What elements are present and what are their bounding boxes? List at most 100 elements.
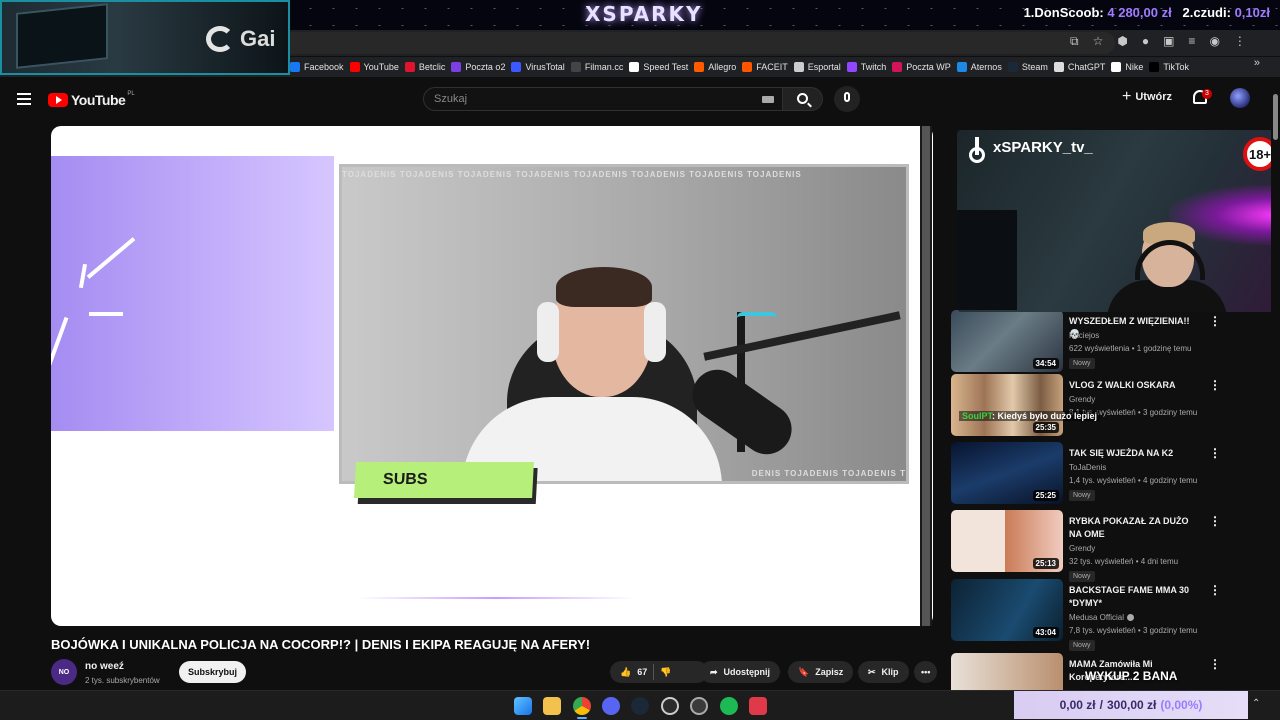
channel-name[interactable]: no weeź — [85, 661, 124, 672]
video-thumbnail[interactable]: 25:13 — [951, 510, 1063, 572]
extension-icon[interactable]: ● — [1142, 34, 1149, 49]
more-options-icon[interactable]: ⋮ — [1209, 314, 1221, 328]
video-scribble — [89, 312, 123, 316]
video-thumbnail[interactable]: 43:04 — [951, 579, 1063, 641]
bookmark-item[interactable]: Esportal — [793, 62, 847, 72]
bookmark-item[interactable]: Steam — [1007, 62, 1054, 72]
microphone-icon — [844, 92, 850, 102]
recommended-video-meta: 1,4 tys. wyświetleń • 4 godziny temu — [1069, 476, 1198, 485]
search-input[interactable] — [424, 88, 724, 110]
app-a-icon[interactable] — [749, 697, 767, 715]
media-icon[interactable]: ≡ — [1188, 34, 1195, 49]
recommended-video-title[interactable]: RYBKA POKAZAŁ ZA DUŻO NA OME — [1069, 515, 1199, 541]
save-button[interactable]: 🔖 Zapisz — [788, 661, 854, 683]
spotify-icon[interactable] — [720, 697, 738, 715]
recommended-video[interactable]: 34:54 WYSZEDŁEM Z WIĘZIENIA!! 💀 Kaciejos 62… — [951, 310, 1271, 372]
bookmark-star-icon[interactable]: ☆ — [1093, 34, 1104, 49]
page-scrollbar[interactable] — [1271, 80, 1280, 690]
video-duration: 25:35 — [1032, 422, 1059, 433]
bookmark-item[interactable]: Poczta WP — [892, 62, 957, 72]
recommended-video-meta: 32 tys. wyświetleń • 4 dni temu — [1069, 557, 1179, 566]
bookmark-label: VirusTotal — [525, 62, 565, 72]
chrome-icon[interactable] — [573, 697, 591, 715]
share-icon: ➦ — [710, 666, 718, 677]
bookmark-item[interactable]: Betclic — [404, 62, 452, 72]
more-options-icon[interactable]: ⋮ — [1209, 583, 1221, 597]
search-button[interactable] — [783, 87, 823, 111]
bookmark-item[interactable]: Allegro — [694, 62, 742, 72]
video-player[interactable]: TOJADENIS TOJADENIS TOJADENIS TOJADENIS … — [51, 126, 933, 626]
recommended-channel-text: Grendy — [1069, 544, 1096, 553]
bookmark-item[interactable]: YouTube — [349, 62, 405, 72]
like-icon[interactable]: 👍 — [620, 667, 631, 678]
bookmark-label: Speed Test — [643, 62, 689, 72]
keyboard-icon[interactable] — [762, 96, 774, 103]
recommended-video-title[interactable]: VLOG Z WALKI OSKARA — [1069, 379, 1199, 392]
video-thumbnail[interactable]: 25:25 — [951, 442, 1063, 504]
extension-shield-icon[interactable]: ⬢ — [1117, 34, 1127, 49]
recommended-video[interactable]: 25:25 TAK SIĘ WJEŻDA NA K2 ToJaDenis 1,4 ty… — [951, 442, 1271, 504]
video-thumbnail[interactable]: 25:35 — [951, 374, 1063, 436]
channel-avatar[interactable]: NO — [51, 659, 77, 685]
recommended-video[interactable]: 25:13 RYBKA POKAZAŁ ZA DUŻO NA OME Grendy 3… — [951, 510, 1271, 582]
video-thumbnail[interactable]: 34:54 — [951, 310, 1063, 372]
app-icon[interactable] — [690, 697, 708, 715]
bookmark-item[interactable]: TikTok — [1149, 62, 1195, 72]
recommended-channel-name[interactable]: Grendy — [1069, 395, 1095, 404]
search-box — [423, 87, 783, 111]
bookmark-item[interactable]: Aternos — [956, 62, 1008, 72]
more-options-icon[interactable]: ⋮ — [1209, 446, 1221, 460]
more-options-icon[interactable]: ⋮ — [1209, 514, 1221, 528]
discord-icon[interactable] — [602, 697, 620, 715]
tray-expand-icon[interactable]: ⌃ — [1252, 698, 1260, 709]
profile-icon[interactable]: ◉ — [1209, 34, 1219, 49]
bookmark-item[interactable]: Nike — [1111, 62, 1149, 72]
new-badge: Nowy — [1069, 490, 1095, 501]
bookmark-item[interactable]: Poczta o2 — [451, 62, 511, 72]
youtube-logo[interactable]: YouTube PL — [48, 91, 135, 108]
recommended-channel-name[interactable]: ToJaDenis — [1069, 463, 1106, 472]
bookmark-item[interactable]: Speed Test — [629, 62, 694, 72]
windows-start-icon[interactable] — [514, 697, 532, 715]
recommended-video-title[interactable]: BACKSTAGE FAME MMA 30 *DYMY* — [1069, 584, 1199, 610]
bookmark-label: ChatGPT — [1067, 62, 1106, 72]
account-avatar[interactable] — [1230, 88, 1250, 108]
recommended-channel-name[interactable]: Kaciejos — [1069, 331, 1099, 340]
more-options-icon[interactable]: ⋮ — [1209, 378, 1221, 392]
clip-button[interactable]: ✂ Klip — [858, 661, 909, 683]
recommended-video-title[interactable]: TAK SIĘ WJEŻDA NA K2 — [1069, 447, 1199, 460]
bookmark-item[interactable]: ChatGPT — [1053, 62, 1112, 72]
pc-case — [957, 210, 1017, 310]
more-options-icon[interactable]: ⋮ — [1209, 657, 1221, 671]
dislike-icon[interactable]: 👎 — [660, 667, 671, 678]
bookmark-item[interactable]: Filman.cc — [570, 62, 630, 72]
recommended-channel-name[interactable]: Grendy — [1069, 544, 1095, 553]
bookmark-item[interactable]: VirusTotal — [511, 62, 570, 72]
share-button[interactable]: ➦ Udostępnij — [700, 661, 781, 683]
bookmark-label: FACEIT — [756, 62, 788, 72]
recommended-video[interactable]: 25:35 VLOG Z WALKI OSKARA Grendy 8,1 tys. w… — [951, 374, 1271, 436]
cam-strip-top: TOJADENIS TOJADENIS TOJADENIS TOJADENIS … — [342, 170, 802, 179]
puzzle-icon[interactable]: ▣ — [1163, 34, 1174, 49]
menu-dots-icon[interactable]: ⋮ — [1234, 34, 1246, 49]
create-button[interactable]: + Utwórz — [1122, 89, 1172, 105]
bookmark-item[interactable]: Twitch — [846, 62, 893, 72]
bookmarks-more-icon[interactable]: » — [1254, 57, 1260, 69]
steam-icon[interactable] — [631, 697, 649, 715]
menu-icon[interactable] — [17, 93, 31, 105]
like-count[interactable]: 67 — [637, 667, 647, 677]
page-scrollbar-thumb[interactable] — [1273, 94, 1278, 140]
bookmark-item[interactable]: FACEIT — [742, 62, 794, 72]
obs-icon[interactable] — [661, 697, 679, 715]
recommended-video[interactable]: 43:04 BACKSTAGE FAME MMA 30 *DYMY* Medusa … — [951, 579, 1271, 651]
recommended-video-meta: 622 wyświetlenia • 1 godzinę temu — [1069, 344, 1192, 353]
voice-search-button[interactable] — [834, 86, 860, 112]
more-actions-button[interactable]: ••• — [914, 661, 938, 683]
bookmark-item[interactable]: Facebook — [290, 62, 350, 72]
subscribe-button[interactable]: Subskrybuj — [179, 661, 246, 683]
file-explorer-icon[interactable] — [543, 697, 561, 715]
recommended-channel-name[interactable]: Medusa Official — [1069, 613, 1134, 622]
video-scribble — [78, 263, 88, 289]
url-field[interactable] — [290, 32, 1115, 54]
install-icon[interactable]: ⧉ — [1070, 34, 1079, 49]
